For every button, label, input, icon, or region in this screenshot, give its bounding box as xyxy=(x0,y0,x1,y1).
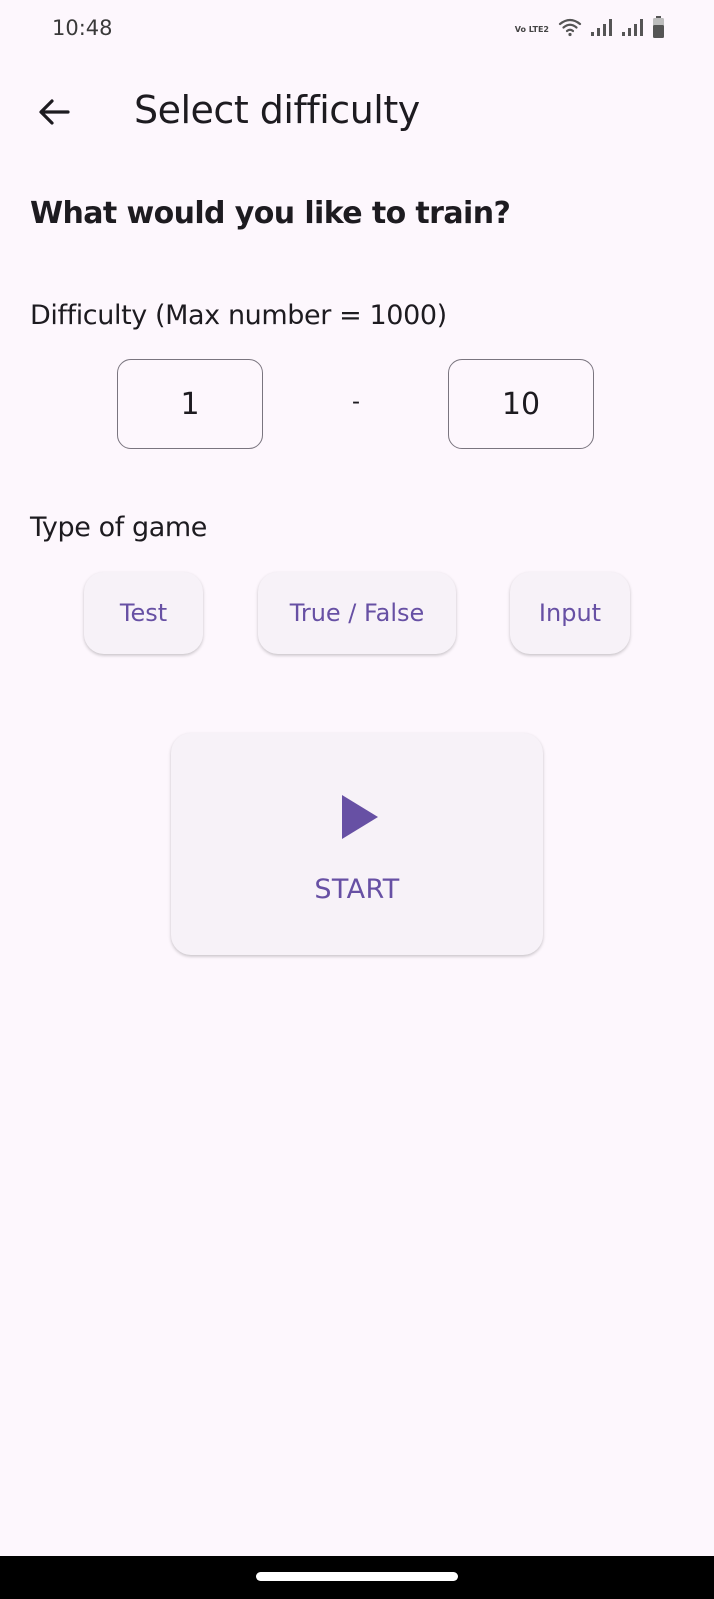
status-icons: Vo LTE2 xyxy=(515,16,664,43)
battery-icon xyxy=(653,16,664,43)
min-number-field[interactable] xyxy=(117,359,263,449)
signal-icon xyxy=(622,18,644,41)
arrow-left-icon xyxy=(39,99,70,125)
game-type-test-button[interactable]: Test xyxy=(84,572,203,654)
signal-icon xyxy=(591,18,613,41)
max-number-field[interactable] xyxy=(448,359,594,449)
range-separator: - xyxy=(352,388,360,415)
game-type-true-false-label: True / False xyxy=(289,599,425,627)
volte-icon: Vo LTE2 xyxy=(514,25,549,34)
play-icon xyxy=(342,795,378,839)
navigation-bar xyxy=(0,1556,714,1599)
game-type-test-label: Test xyxy=(119,599,168,627)
game-type-label: Type of game xyxy=(30,512,208,543)
status-time: 10:48 xyxy=(52,16,113,40)
wifi-icon xyxy=(558,17,582,42)
page-title: Select difficulty xyxy=(134,88,420,132)
question-heading: What would you like to train? xyxy=(30,196,511,231)
game-type-input-button[interactable]: Input xyxy=(510,572,630,654)
home-indicator[interactable] xyxy=(256,1572,458,1581)
game-type-input-label: Input xyxy=(538,599,602,627)
start-label: START xyxy=(314,874,400,905)
difficulty-label: Difficulty (Max number = 1000) xyxy=(30,300,447,331)
start-button[interactable]: START xyxy=(171,733,543,955)
app-bar: Select difficulty xyxy=(0,72,714,152)
back-button[interactable] xyxy=(26,84,82,140)
status-bar: 10:48 Vo LTE2 xyxy=(0,0,714,62)
game-type-true-false-button[interactable]: True / False xyxy=(258,572,456,654)
